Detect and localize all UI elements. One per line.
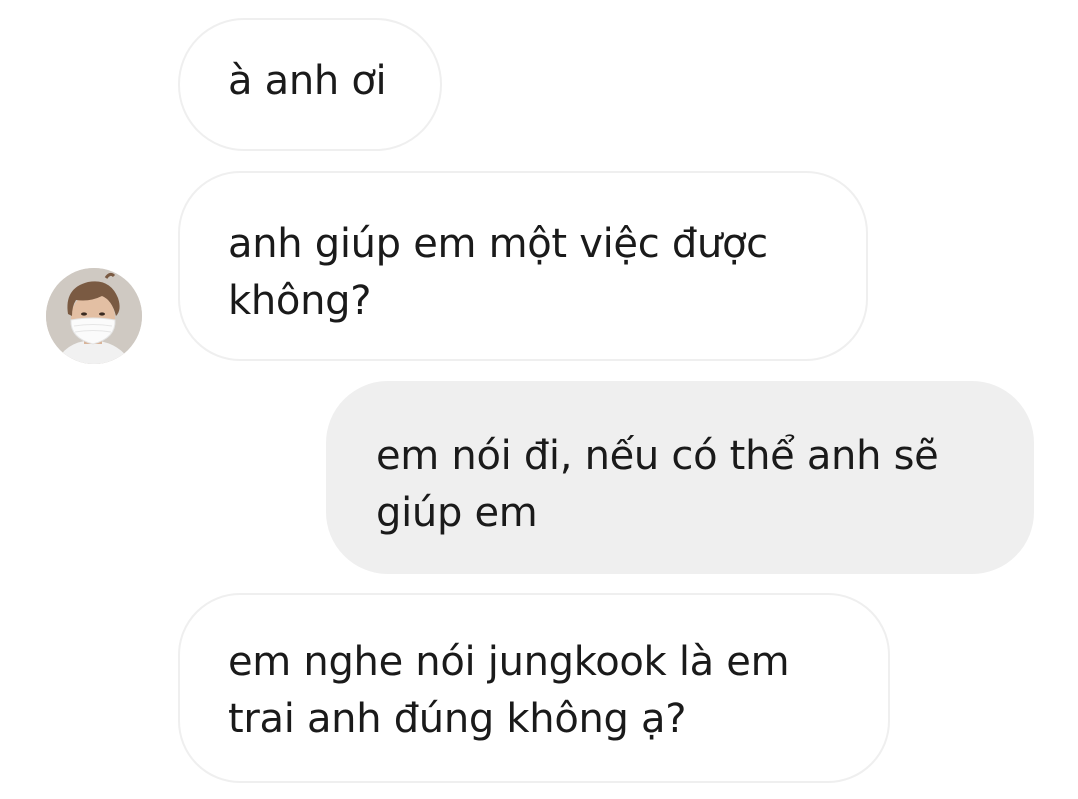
message-bubble-outgoing[interactable]: em nói đi, nếu có thể anh sẽ giúp em: [326, 381, 1034, 574]
message-thread: à anh ơi anh giúp em một việc được không…: [0, 0, 1078, 799]
avatar[interactable]: [46, 268, 142, 364]
message-text: em nghe nói jungkook là em trai anh đúng…: [228, 639, 790, 742]
masked-person-avatar-icon: [46, 268, 142, 364]
message-bubble-incoming[interactable]: em nghe nói jungkook là em trai anh đúng…: [178, 593, 890, 783]
message-bubble-incoming[interactable]: anh giúp em một việc được không?: [178, 171, 868, 361]
message-bubble-incoming[interactable]: à anh ơi: [178, 18, 442, 151]
message-text: anh giúp em một việc được không?: [228, 221, 768, 324]
message-text: em nói đi, nếu có thể anh sẽ giúp em: [376, 433, 939, 536]
message-text: à anh ơi: [228, 58, 387, 104]
